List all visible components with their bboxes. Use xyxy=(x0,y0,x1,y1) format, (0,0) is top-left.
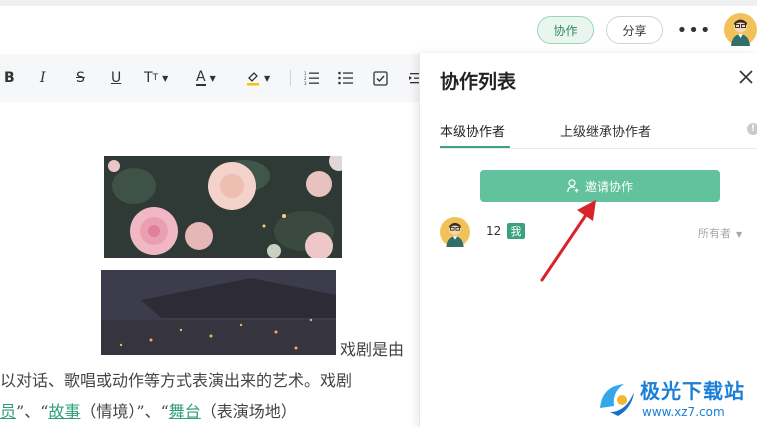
font-color-button[interactable]: A ▼ xyxy=(196,68,216,88)
tab-current-collaborators[interactable]: 本级协作者 xyxy=(440,121,505,140)
toolbar-divider xyxy=(290,70,291,86)
ordered-list-icon: 1 2 3 xyxy=(304,71,319,85)
strikethrough-button[interactable]: S xyxy=(76,68,85,88)
checklist-button[interactable] xyxy=(373,68,388,88)
checkbox-icon xyxy=(373,70,388,86)
font-size-button[interactable]: T T ▼ xyxy=(144,68,168,88)
doc-text: （表演场地） xyxy=(200,402,297,421)
chevron-down-icon: ▼ xyxy=(736,230,743,239)
roses-image[interactable] xyxy=(104,156,342,258)
tabs-divider xyxy=(440,148,757,149)
bullet-list-icon xyxy=(338,71,353,85)
doc-text-line-3: 员”、“故事（情境）”、“舞台（表演场地） xyxy=(0,398,297,422)
member-role-dropdown[interactable]: 所有者 ▼ xyxy=(698,225,742,241)
underline-button[interactable]: U xyxy=(111,68,121,88)
watermark-title: 极光下载站 xyxy=(640,379,745,403)
more-options-button[interactable]: ••• xyxy=(677,18,711,42)
member-avatar xyxy=(440,217,470,247)
doc-link-story[interactable]: 故事 xyxy=(48,402,80,421)
panel-title: 协作列表 xyxy=(440,71,517,93)
info-icon[interactable]: ! xyxy=(747,123,757,135)
chevron-down-icon: ▼ xyxy=(264,73,271,83)
italic-button[interactable]: I xyxy=(40,68,46,88)
font-color-label: A xyxy=(196,69,206,86)
watermark-logo-icon xyxy=(600,384,634,416)
highlighter-icon xyxy=(247,72,259,86)
bold-button[interactable]: B xyxy=(4,68,15,88)
member-role-label: 所有者 xyxy=(698,227,731,240)
bullet-list-button[interactable] xyxy=(338,68,354,88)
chevron-down-icon: ▼ xyxy=(209,73,216,83)
tab-inherited-collaborators[interactable]: 上级继承协作者 xyxy=(560,121,651,140)
active-tab-indicator xyxy=(440,146,510,148)
doc-text: （情境）”、“ xyxy=(80,402,169,421)
highlight-button[interactable]: ▼ xyxy=(246,68,270,88)
watermark-url: www.xz7.com xyxy=(642,405,725,419)
top-strip xyxy=(0,0,757,6)
formatting-toolbar: B I S U T T ▼ A ▼ ▼ 1 2 3 xyxy=(0,54,420,102)
annotation-arrow-icon xyxy=(540,200,596,282)
share-button[interactable]: 分享 xyxy=(606,16,663,44)
watermark: 极光下载站 www.xz7.com xyxy=(596,374,757,427)
close-icon[interactable] xyxy=(736,67,756,87)
doc-link-actor[interactable]: 员 xyxy=(0,402,16,421)
member-name: 12 xyxy=(486,224,502,238)
doc-text: ”、“ xyxy=(16,402,49,421)
ordered-list-button[interactable]: 1 2 3 xyxy=(304,68,320,88)
svg-text:3: 3 xyxy=(304,81,307,85)
night-scene-image[interactable] xyxy=(101,270,336,355)
doc-link-stage[interactable]: 舞台 xyxy=(169,402,201,421)
me-badge: 我 xyxy=(507,223,525,239)
doc-text-line-2: 以对话、歌唱或动作等方式表演出来的艺术。戏剧 xyxy=(0,371,353,390)
user-avatar[interactable] xyxy=(724,13,757,46)
collaborate-button[interactable]: 协作 xyxy=(537,16,594,44)
font-size-label: T xyxy=(144,70,153,86)
doc-text-line-1: 戏剧是由 xyxy=(340,340,405,359)
chevron-down-icon: ▼ xyxy=(162,73,169,83)
